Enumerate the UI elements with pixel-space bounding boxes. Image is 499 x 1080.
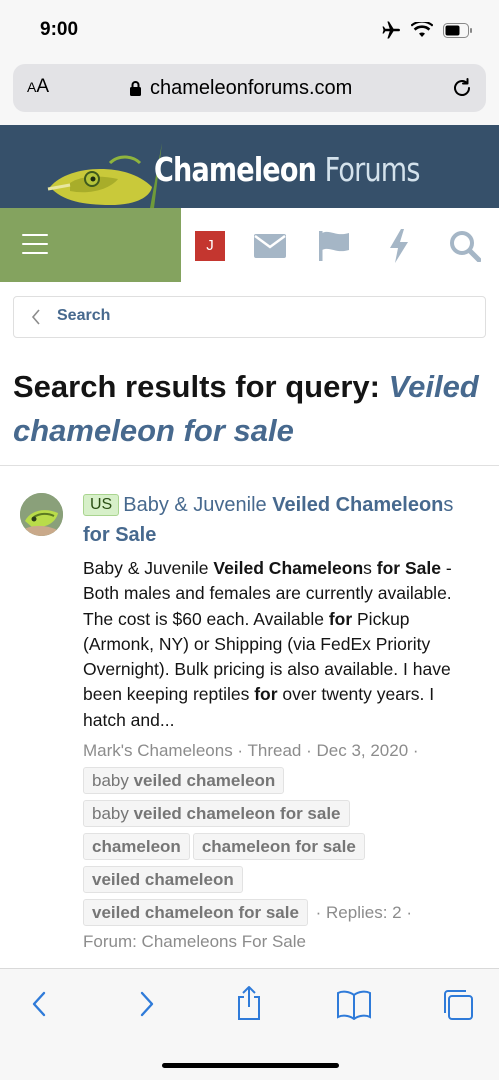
tag[interactable]: baby veiled chameleon <box>83 767 285 795</box>
hamburger-icon <box>22 234 48 254</box>
forward-icon[interactable] <box>136 989 156 1019</box>
flag-icon[interactable] <box>318 231 350 261</box>
search-result-item: US Baby & Juvenile Veiled Chameleons for … <box>83 490 478 955</box>
result-date: Dec 3, 2020 <box>316 741 409 761</box>
reader-options-button[interactable]: AA <box>27 76 49 98</box>
tag[interactable]: chameleon <box>83 833 190 861</box>
address-bar[interactable]: AA chameleonforums.com <box>13 64 486 112</box>
airplane-icon <box>382 21 400 39</box>
site-logo-text[interactable]: Chameleon Forums <box>154 150 420 189</box>
result-snippet: Baby & Juvenile Veiled Chameleons for Sa… <box>83 558 452 730</box>
bookmarks-icon[interactable] <box>336 990 372 1020</box>
result-meta: Mark's Chameleons · Thread · Dec 3, 2020… <box>83 741 419 952</box>
search-icon[interactable] <box>449 230 481 262</box>
menu-button[interactable] <box>0 208 181 282</box>
result-replies: Replies: 2 <box>326 903 402 923</box>
tag[interactable]: veiled chameleon for sale <box>83 899 308 927</box>
tag[interactable]: chameleon for sale <box>192 833 365 861</box>
prefix-badge: US <box>83 494 120 516</box>
page-title: Search results for query: Veiled chamele… <box>13 369 479 448</box>
battery-icon <box>443 22 472 38</box>
site-header: Chameleon Forums <box>0 125 499 208</box>
lock-icon <box>130 81 141 96</box>
bolt-icon[interactable] <box>388 229 410 263</box>
tag[interactable]: veiled chameleon <box>83 866 243 894</box>
chameleon-logo-icon[interactable] <box>40 143 170 208</box>
nav-bar: J <box>0 208 499 282</box>
status-icons <box>381 20 473 40</box>
user-avatar[interactable]: J <box>195 231 225 261</box>
tabs-icon[interactable] <box>442 989 474 1021</box>
divider <box>0 465 499 466</box>
browser-chrome: AA chameleonforums.com <box>0 60 499 125</box>
envelope-icon[interactable] <box>254 234 286 258</box>
tag[interactable]: baby veiled chameleon for sale <box>83 800 350 828</box>
status-time: 9:00 <box>40 19 79 40</box>
result-forum[interactable]: Forum: Chameleons For Sale <box>83 932 306 951</box>
share-icon[interactable] <box>235 985 263 1021</box>
chevron-left-icon <box>31 309 40 325</box>
avatar[interactable] <box>20 493 63 536</box>
breadcrumb-search[interactable]: Search <box>13 296 486 338</box>
result-type: Thread <box>247 741 302 761</box>
result-title[interactable]: US Baby & Juvenile Veiled Chameleons for … <box>83 490 478 550</box>
url-display[interactable]: chameleonforums.com <box>129 77 352 100</box>
result-author[interactable]: Mark's Chameleons <box>83 741 233 760</box>
url-text: chameleonforums.com <box>150 77 353 99</box>
home-indicator <box>162 1063 339 1068</box>
wifi-icon <box>411 22 433 37</box>
breadcrumb-label: Search <box>57 307 111 324</box>
reload-icon[interactable] <box>450 76 474 100</box>
status-bar: 9:00 <box>0 0 499 60</box>
back-icon[interactable] <box>30 989 50 1019</box>
